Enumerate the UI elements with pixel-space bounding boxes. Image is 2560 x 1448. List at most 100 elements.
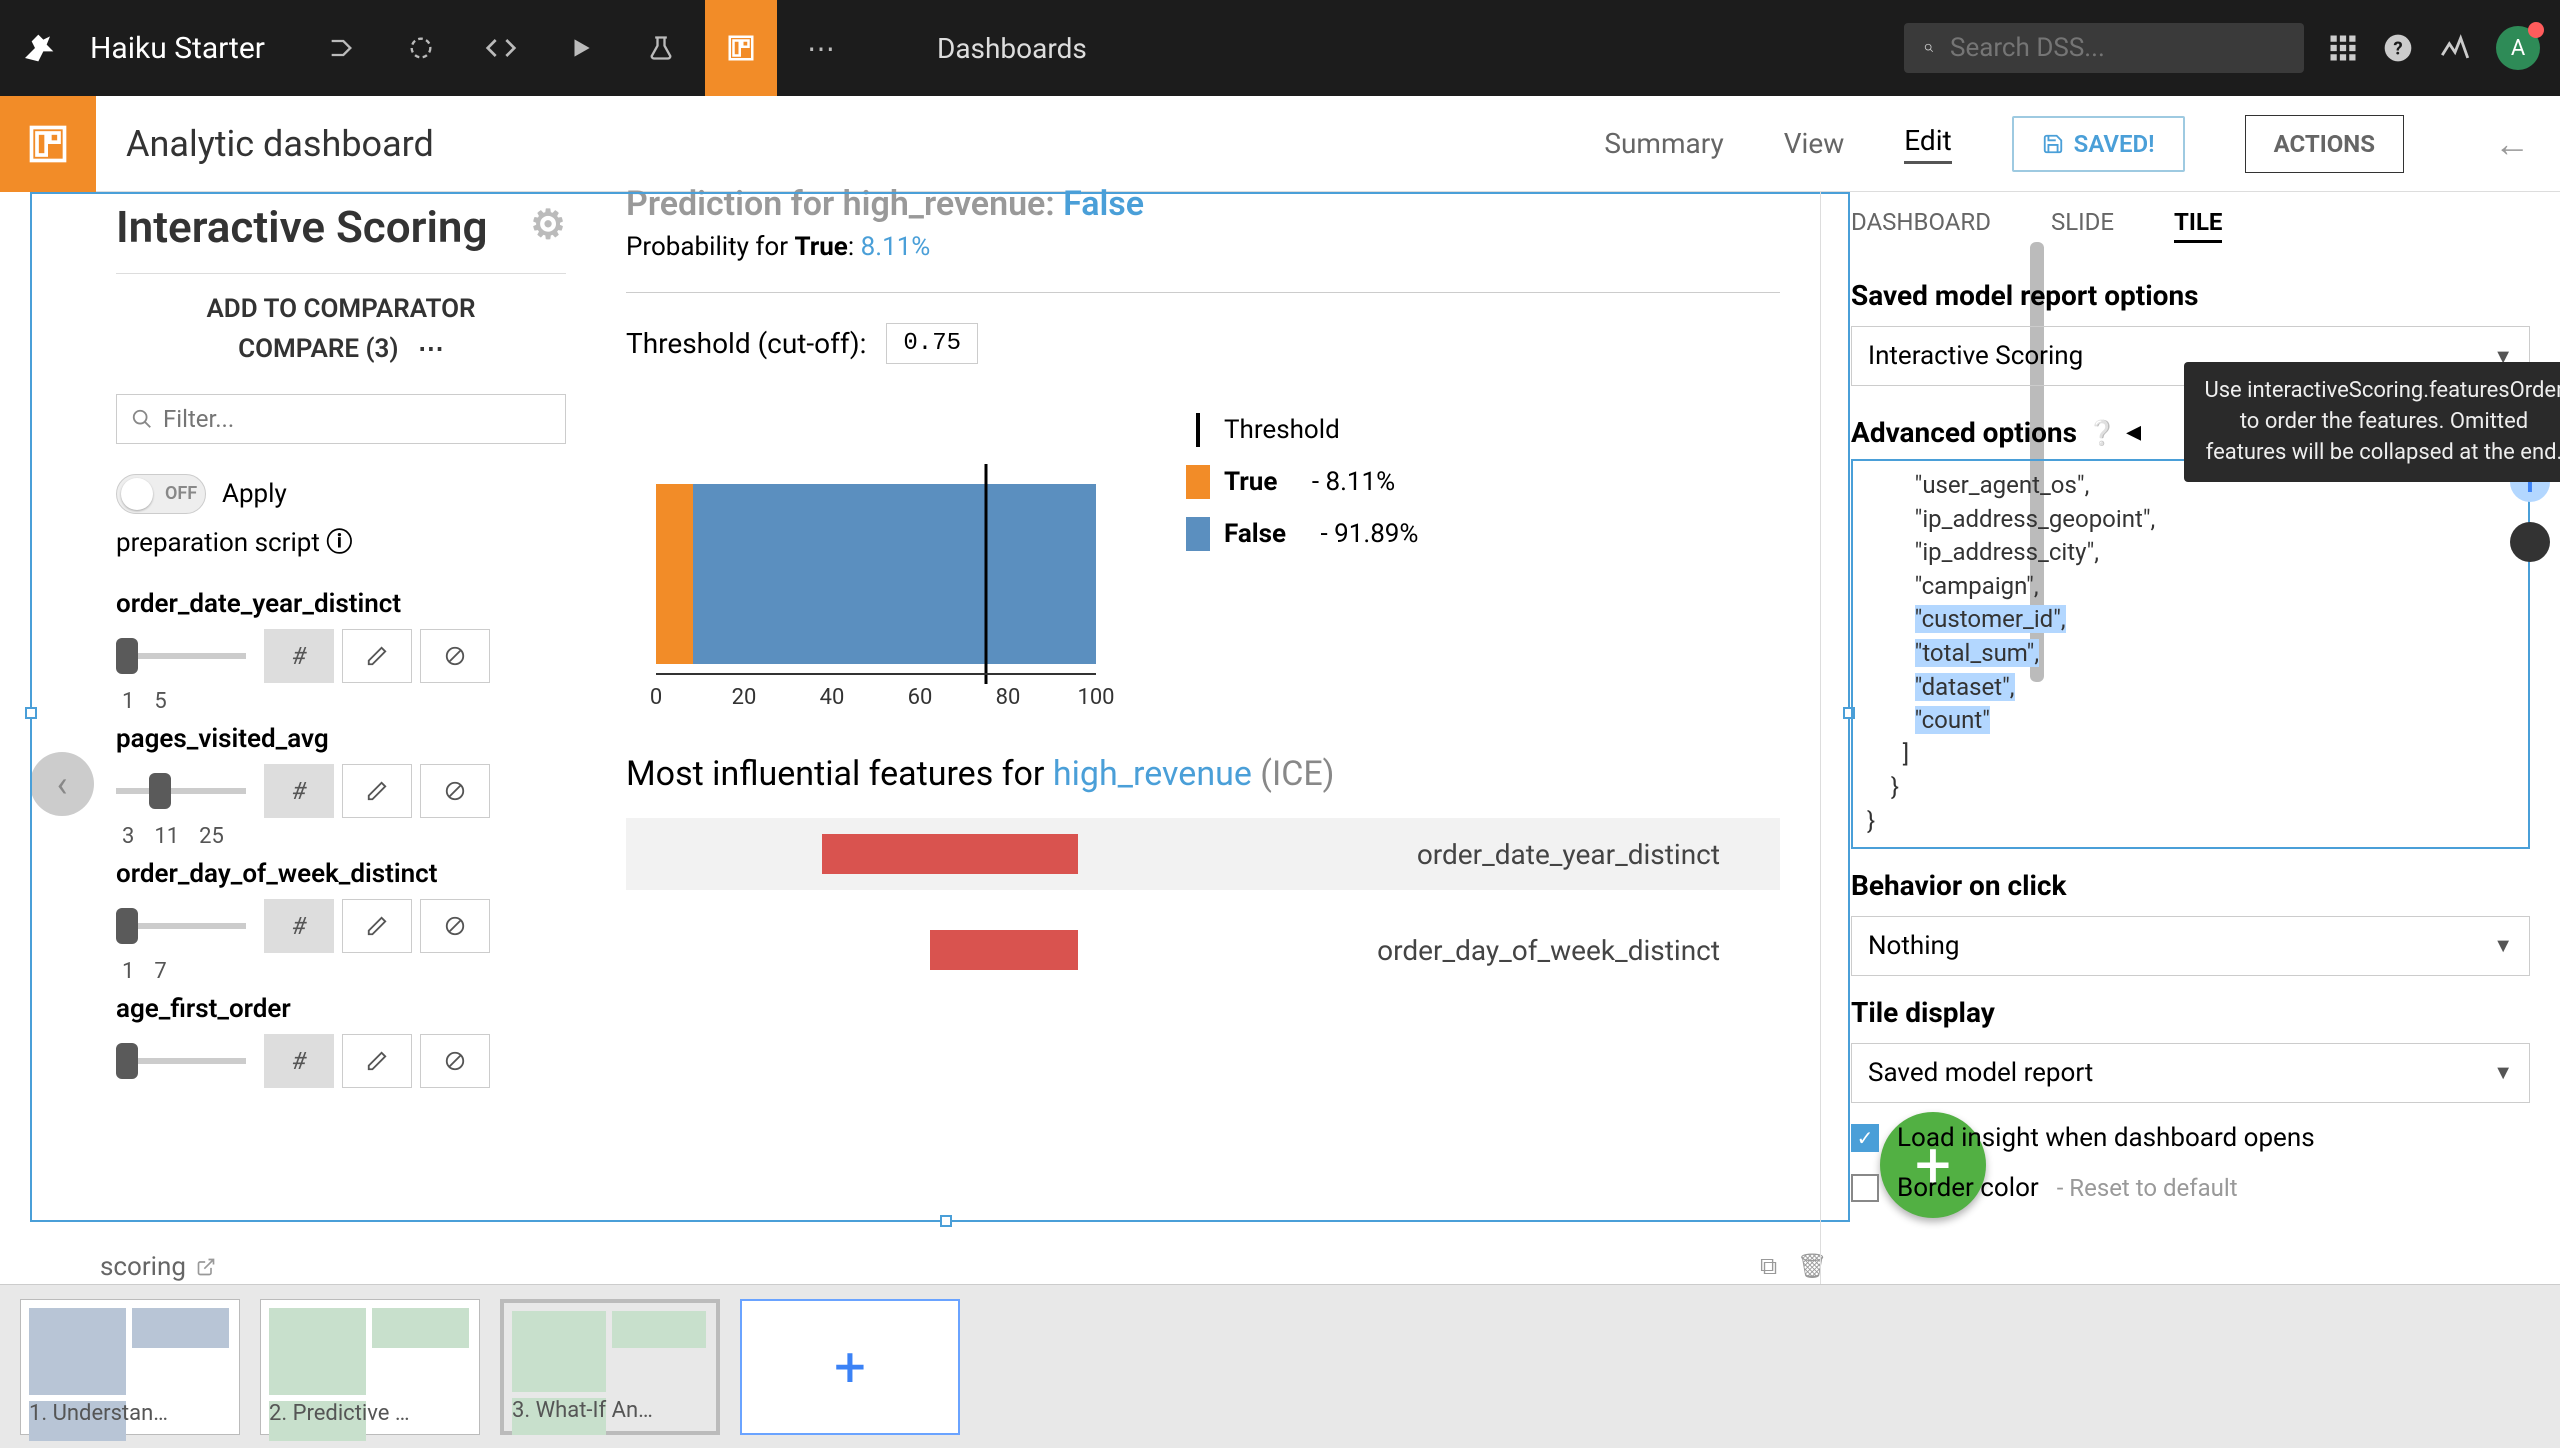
flow-icon[interactable]: [305, 0, 377, 96]
recipe-icon[interactable]: [385, 0, 457, 96]
feature-reset-button[interactable]: [420, 1034, 490, 1088]
breadcrumb[interactable]: Dashboards: [937, 32, 1087, 65]
gear-icon[interactable]: ⚙: [530, 202, 566, 248]
dashboard-type-icon: [0, 96, 96, 192]
feature-value-box[interactable]: #: [264, 629, 334, 683]
feature-order_day_of_week_distinct: order_day_of_week_distinct # 17: [116, 859, 566, 984]
feature-edit-button[interactable]: [342, 764, 412, 818]
filter-input[interactable]: [163, 405, 551, 433]
feature-name: order_day_of_week_distinct: [116, 859, 566, 889]
influential-row: order_date_year_distinct: [626, 818, 1780, 890]
code-icon[interactable]: [465, 0, 537, 96]
prep-script-label: preparation script ⓘ: [116, 522, 566, 559]
true-swatch-icon: [1186, 465, 1210, 499]
run-icon[interactable]: [545, 0, 617, 96]
help-icon[interactable]: ❔: [2087, 419, 2117, 447]
color-swatch-empty-icon[interactable]: [1851, 1174, 1879, 1202]
apply-prep-toggle[interactable]: OFF: [116, 474, 206, 514]
project-name[interactable]: Haiku Starter: [90, 31, 265, 66]
help-icon[interactable]: ⓘ: [326, 528, 352, 558]
influential-row: order_day_of_week_distinct: [626, 914, 1780, 986]
collapse-right-icon[interactable]: ←: [2494, 123, 2530, 165]
right-panel: DASHBOARD SLIDE TILE Saved model report …: [1820, 192, 2560, 1284]
feature-filter[interactable]: [116, 394, 566, 444]
feature-value-box[interactable]: #: [264, 764, 334, 818]
advanced-options-editor[interactable]: "user_agent_os", "ip_address_geopoint", …: [1851, 459, 2530, 849]
compare-button[interactable]: COMPARE (3) ⋯: [116, 334, 566, 364]
behavior-select[interactable]: Nothing▼: [1851, 916, 2530, 976]
chevron-down-icon: ▼: [2493, 933, 2513, 958]
feature-pages_visited_avg: pages_visited_avg # 31125: [116, 724, 566, 849]
user-avatar[interactable]: A: [2496, 26, 2540, 70]
search-icon: [131, 408, 153, 430]
actions-button[interactable]: ACTIONS: [2245, 115, 2404, 173]
feature-value-box[interactable]: #: [264, 1034, 334, 1088]
top-navbar: Haiku Starter ⋯ Dashboards ? A: [0, 0, 2560, 96]
feature-order_date_year_distinct: order_date_year_distinct # 15: [116, 589, 566, 714]
lab-icon[interactable]: [625, 0, 697, 96]
svg-text:40: 40: [820, 685, 845, 704]
feature-reset-button[interactable]: [420, 629, 490, 683]
threshold-marker-icon: [1196, 413, 1200, 447]
probability-line: Probability for True: 8.11%: [626, 232, 1780, 262]
svg-text:60: 60: [908, 685, 933, 704]
add-to-comparator-button[interactable]: ADD TO COMPARATOR: [116, 294, 566, 324]
help-icon[interactable]: ?: [2382, 32, 2414, 64]
border-color-row[interactable]: Border color - Reset to default: [1851, 1173, 2530, 1203]
add-slide-button[interactable]: +: [740, 1299, 960, 1435]
activity-icon[interactable]: [2438, 31, 2472, 65]
external-link-icon[interactable]: [196, 1257, 216, 1277]
search-input[interactable]: [1950, 33, 2284, 63]
saved-model-options-label: Saved model report options: [1851, 279, 2530, 312]
feature-reset-button[interactable]: [420, 899, 490, 953]
tab-summary[interactable]: Summary: [1604, 127, 1723, 160]
notification-dot-icon: [2528, 22, 2544, 38]
slide-thumbnail[interactable]: 1. Understan…: [20, 1299, 240, 1435]
page-title: Analytic dashboard: [126, 123, 434, 165]
feature-slider[interactable]: [116, 923, 246, 929]
slide-thumbnail[interactable]: 2. Predictive …: [260, 1299, 480, 1435]
tab-edit[interactable]: Edit: [1904, 124, 1951, 164]
left-panel: Interactive Scoring ⚙ ADD TO COMPARATOR …: [96, 192, 586, 1284]
svg-text:20: 20: [732, 685, 757, 704]
tab-view[interactable]: View: [1784, 127, 1845, 160]
dashboards-icon[interactable]: [705, 0, 777, 96]
tile-display-select[interactable]: Saved model report▼: [1851, 1043, 2530, 1103]
slide-thumbnail[interactable]: 3. What-If An…: [500, 1299, 720, 1435]
feature-name: pages_visited_avg: [116, 724, 566, 754]
feature-slider[interactable]: [116, 1058, 246, 1064]
feature-name: order_date_year_distinct: [116, 589, 566, 619]
prev-slide-arrow[interactable]: ‹: [30, 752, 94, 816]
slides-strip: 1. Understan…2. Predictive …3. What-If A…: [0, 1284, 2560, 1448]
feature-edit-button[interactable]: [342, 629, 412, 683]
feature-edit-button[interactable]: [342, 899, 412, 953]
search-icon: [1924, 35, 1934, 61]
apply-label: Apply: [222, 479, 287, 509]
behavior-on-click-label: Behavior on click: [1851, 869, 2530, 902]
chart-legend: Threshold True - 8.11% False - 91.89%: [1186, 404, 1418, 704]
apps-grid-icon[interactable]: [2328, 33, 2358, 63]
feature-value-box[interactable]: #: [264, 899, 334, 953]
load-insight-checkbox-row[interactable]: ✓ Load insight when dashboard opens: [1851, 1123, 2530, 1153]
checkbox-checked-icon[interactable]: ✓: [1851, 1124, 1879, 1152]
center-panel: Prediction for high_revenue: False Proba…: [586, 192, 1820, 1284]
below-widget-label: scoring: [100, 1252, 216, 1282]
feature-slider[interactable]: [116, 653, 246, 659]
feature-reset-button[interactable]: [420, 764, 490, 818]
dark-rail-icon[interactable]: [2510, 522, 2550, 562]
app-logo-icon[interactable]: [20, 28, 60, 68]
rtab-tile[interactable]: TILE: [2174, 208, 2222, 243]
feature-age_first_order: age_first_order #: [116, 994, 566, 1094]
more-icon[interactable]: ⋯: [785, 0, 857, 96]
feature-edit-button[interactable]: [342, 1034, 412, 1088]
feature-name: age_first_order: [116, 994, 566, 1024]
threshold-value[interactable]: 0.75: [886, 323, 978, 364]
feature-slider[interactable]: [116, 788, 246, 794]
global-search[interactable]: [1904, 23, 2304, 73]
false-swatch-icon: [1186, 517, 1210, 551]
rtab-dashboard[interactable]: DASHBOARD: [1851, 208, 1991, 243]
copy-icon[interactable]: ⧉: [1760, 1252, 1777, 1280]
page-header: Analytic dashboard Summary View Edit SAV…: [0, 96, 2560, 192]
rtab-slide[interactable]: SLIDE: [2051, 208, 2114, 243]
svg-text:0: 0: [650, 685, 662, 704]
